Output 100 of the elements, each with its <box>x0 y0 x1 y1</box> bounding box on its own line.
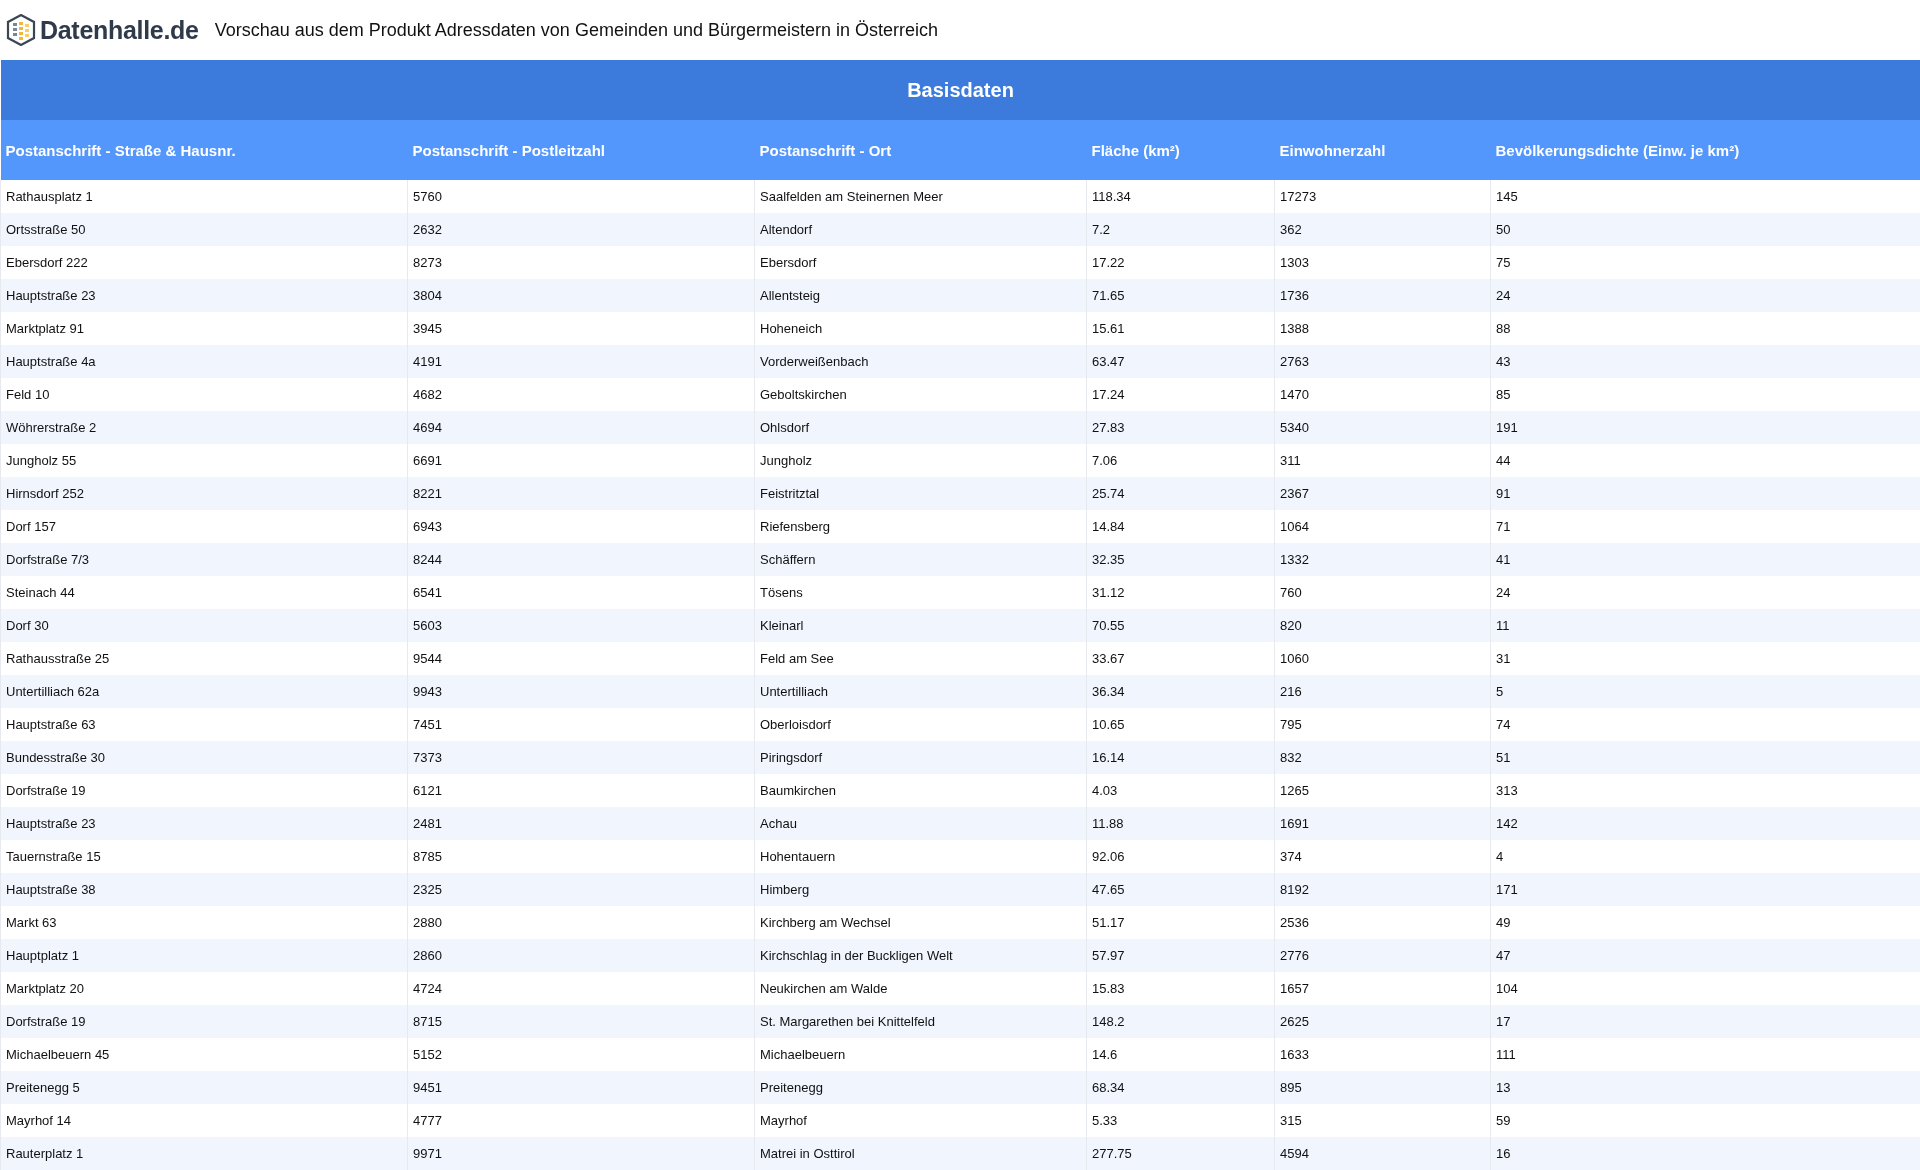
column-header: Einwohnerzahl <box>1274 120 1491 180</box>
table-cell: 57.97 <box>1086 939 1275 972</box>
table-cell: 24 <box>1490 279 1920 312</box>
table-cell: Schäffern <box>754 543 1087 576</box>
table-cell: 142 <box>1490 807 1920 840</box>
table-cell: 47.65 <box>1086 873 1275 906</box>
table-cell: Hauptstraße 38 <box>0 873 408 906</box>
table-cell: 68.34 <box>1086 1071 1275 1104</box>
table-cell: 8192 <box>1274 873 1491 906</box>
table-cell: 2625 <box>1274 1005 1491 1038</box>
table-cell: Hauptstraße 4a <box>0 345 408 378</box>
logo-text[interactable]: Datenhalle.de <box>40 15 199 45</box>
table-group-header: Basisdaten <box>0 60 1920 120</box>
table-cell: 7373 <box>407 741 755 774</box>
table-cell: 9943 <box>407 675 755 708</box>
table-cell: Feistritztal <box>754 477 1087 510</box>
table-cell: 191 <box>1490 411 1920 444</box>
page-title: Vorschau aus dem Produkt Adressdaten von Gemeinden und Bürgermeistern in Österreich <box>214 19 939 41</box>
table-cell: 148.2 <box>1086 1005 1275 1038</box>
column-header: Postanschrift - Postleitzahl <box>407 120 755 180</box>
table-cell: 2481 <box>407 807 755 840</box>
table-cell: 4191 <box>407 345 755 378</box>
table-cell: 820 <box>1274 609 1491 642</box>
table-cell: Allentsteig <box>754 279 1087 312</box>
table-cell: 2763 <box>1274 345 1491 378</box>
table-cell: 2325 <box>407 873 755 906</box>
table-cell: 3804 <box>407 279 755 312</box>
table-cell: 47 <box>1490 939 1920 972</box>
table-cell: 5340 <box>1274 411 1491 444</box>
table-cell: 43 <box>1490 345 1920 378</box>
table-cell: Piringsdorf <box>754 741 1087 774</box>
table-cell: 50 <box>1490 213 1920 246</box>
table-cell: 71.65 <box>1086 279 1275 312</box>
table-cell: 11 <box>1490 609 1920 642</box>
table-cell: Rauterplatz 1 <box>0 1137 408 1170</box>
table-cell: 1736 <box>1274 279 1491 312</box>
table-cell: 277.75 <box>1086 1137 1275 1170</box>
table-cell: 2632 <box>407 213 755 246</box>
table-cell: 41 <box>1490 543 1920 576</box>
table-cell: 63.47 <box>1086 345 1275 378</box>
table-cell: Himberg <box>754 873 1087 906</box>
table-cell: 8221 <box>407 477 755 510</box>
table-cell: Untertilliach 62a <box>0 675 408 708</box>
table-cell: Untertilliach <box>754 675 1087 708</box>
table-cell: 17 <box>1490 1005 1920 1038</box>
table-cell: 4694 <box>407 411 755 444</box>
table-cell: 8715 <box>407 1005 755 1038</box>
table-cell: Kleinarl <box>754 609 1087 642</box>
table-cell: Hauptplatz 1 <box>0 939 408 972</box>
table-cell: Achau <box>754 807 1087 840</box>
table-cell: 91 <box>1490 477 1920 510</box>
table-cell: Preitenegg <box>754 1071 1087 1104</box>
table-cell: 4594 <box>1274 1137 1491 1170</box>
table-cell: 16 <box>1490 1137 1920 1170</box>
table-cell: 9451 <box>407 1071 755 1104</box>
table-cell: Vorderweißenbach <box>754 345 1087 378</box>
table-cell: 216 <box>1274 675 1491 708</box>
table-cell: 1691 <box>1274 807 1491 840</box>
table-cell: 2776 <box>1274 939 1491 972</box>
table-cell: Ohlsdorf <box>754 411 1087 444</box>
table-cell: 832 <box>1274 741 1491 774</box>
column-header: Postanschrift - Straße & Hausnr. <box>0 120 408 180</box>
column-header: Fläche (km²) <box>1086 120 1275 180</box>
table-cell: 2860 <box>407 939 755 972</box>
table-cell: 16.14 <box>1086 741 1275 774</box>
table-cell: 171 <box>1490 873 1920 906</box>
table-cell: 1332 <box>1274 543 1491 576</box>
table-cell: 13 <box>1490 1071 1920 1104</box>
table-cell: Dorfstraße 19 <box>0 1005 408 1038</box>
table-cell: 895 <box>1274 1071 1491 1104</box>
column-header: Bevölkerungsdichte (Einw. je km²) <box>1490 120 1920 180</box>
table-cell: 362 <box>1274 213 1491 246</box>
table-cell: Hirnsdorf 252 <box>0 477 408 510</box>
table-cell: Matrei in Osttirol <box>754 1137 1087 1170</box>
column-header: Postanschrift - Ort <box>754 120 1087 180</box>
table-cell: 36.34 <box>1086 675 1275 708</box>
table-cell: Dorf 30 <box>0 609 408 642</box>
table-cell: Hauptstraße 23 <box>0 807 408 840</box>
table-cell: Hauptstraße 23 <box>0 279 408 312</box>
table-cell: Ortsstraße 50 <box>0 213 408 246</box>
table-cell: St. Margarethen bei Knittelfeld <box>754 1005 1087 1038</box>
table-cell: 5603 <box>407 609 755 642</box>
table-cell: 25.74 <box>1086 477 1275 510</box>
table-cell: Altendorf <box>754 213 1087 246</box>
table-cell: 27.83 <box>1086 411 1275 444</box>
table-cell: Dorfstraße 7/3 <box>0 543 408 576</box>
database-logo-icon <box>6 14 36 46</box>
table-cell: Preitenegg 5 <box>0 1071 408 1104</box>
table-cell: Wöhrerstraße 2 <box>0 411 408 444</box>
table-cell: 2367 <box>1274 477 1491 510</box>
table-cell: 5 <box>1490 675 1920 708</box>
table-cell: 70.55 <box>1086 609 1275 642</box>
table-cell: Bundesstraße 30 <box>0 741 408 774</box>
table-cell: 9971 <box>407 1137 755 1170</box>
table-cell: 8244 <box>407 543 755 576</box>
table-cell: Kirchschlag in der Buckligen Welt <box>754 939 1087 972</box>
table-cell: 11.88 <box>1086 807 1275 840</box>
table-cell: 7.2 <box>1086 213 1275 246</box>
table-cell: 51 <box>1490 741 1920 774</box>
table-cell: 32.35 <box>1086 543 1275 576</box>
